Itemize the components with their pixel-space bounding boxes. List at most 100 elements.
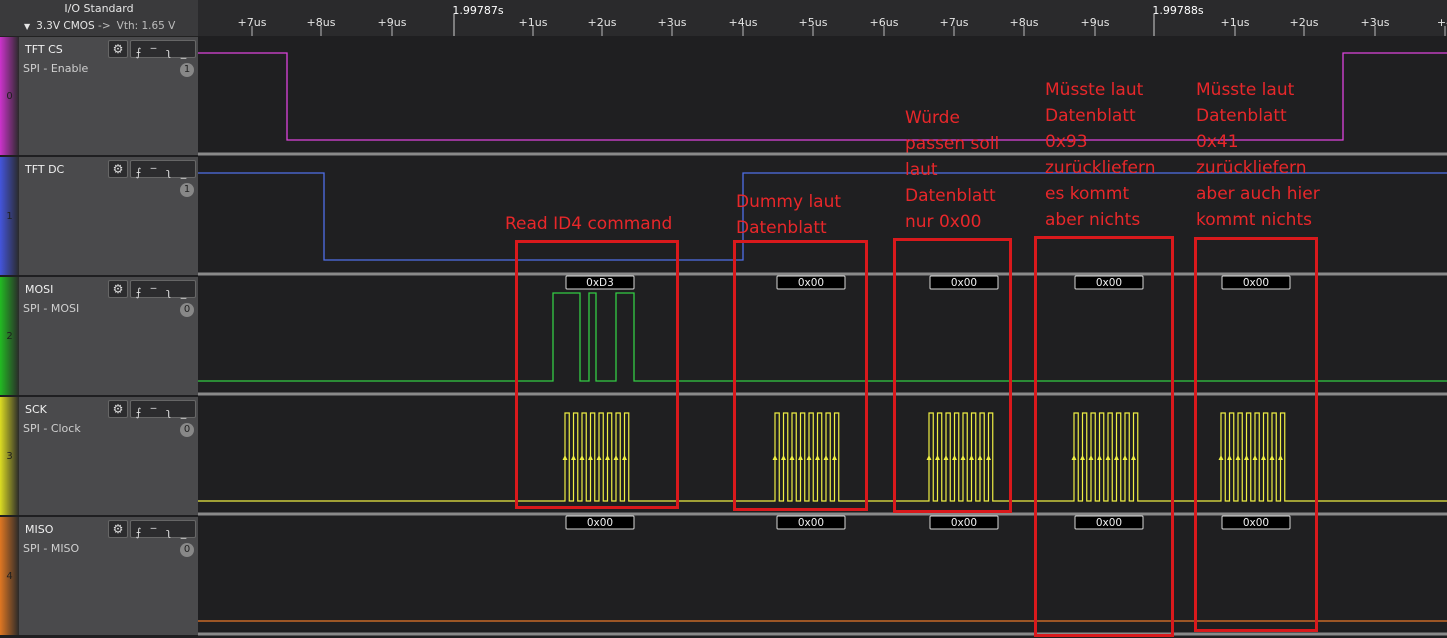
mosi-decoded-byte[interactable]: 0x00 — [1221, 275, 1291, 290]
gear-icon[interactable]: ⚙ — [108, 280, 128, 298]
mosi-decoded-byte[interactable]: 0x00 — [1074, 275, 1144, 290]
ruler-tick-label: +6us — [870, 16, 899, 29]
rising-edge-icon[interactable]: ⨍ — [131, 45, 146, 61]
channel-1[interactable]: 1 TFT DC ⚙ ⨍ ‾ ʅ _ 1 — [0, 157, 198, 275]
sample-arrow-icon — [1122, 455, 1128, 460]
ruler-tick-label: +9us — [378, 16, 407, 29]
sample-arrow-icon — [798, 455, 803, 460]
sample-arrow-icon — [952, 455, 957, 460]
ruler-major-label: 1.99787s — [452, 4, 503, 17]
sample-arrow-icon — [1278, 455, 1283, 460]
channel-protocol: SPI - MOSI — [23, 302, 80, 315]
rising-edge-icon[interactable]: ⨍ — [131, 525, 146, 541]
falling-edge-icon[interactable]: ʅ — [161, 45, 176, 61]
mosi-decoded-byte[interactable]: 0xD3 — [565, 275, 635, 290]
sample-arrow-icon — [1097, 455, 1102, 460]
channel-index: 4 — [6, 571, 13, 582]
decoded-byte-label: 0x00 — [798, 517, 824, 529]
ruler-tick-label: +3us — [1361, 16, 1390, 29]
trigger-buttons[interactable]: ⨍ ‾ ʅ _ — [130, 280, 196, 301]
trigger-buttons[interactable]: ⨍ ‾ ʅ _ — [130, 520, 196, 541]
gear-icon[interactable]: ⚙ — [108, 400, 128, 418]
ruler-tick-label: +2us — [588, 16, 617, 29]
ruler-major-label: 1.99788s — [1152, 4, 1203, 17]
channel-sidebar: 0 TFT CS SPI - Enable ⚙ ⨍ ‾ ʅ _ 1 1 TFT DC ⚙ ⨍ ‾ ʅ _ 1 2 M… — [0, 37, 198, 638]
rising-edge-icon[interactable]: ⨍ — [131, 285, 146, 301]
high-level-icon[interactable]: ‾ — [146, 285, 161, 301]
miso-decoded-byte[interactable]: 0x00 — [565, 515, 635, 530]
trigger-buttons[interactable]: ⨍ ‾ ʅ _ — [130, 400, 196, 421]
trigger-buttons[interactable]: ⨍ ‾ ʅ _ — [130, 160, 196, 181]
decoded-byte-label: 0x00 — [1243, 517, 1269, 529]
high-level-icon[interactable]: ‾ — [146, 525, 161, 541]
ruler-tick-label: +1us — [1221, 16, 1250, 29]
ruler-tick-label: +2us — [1290, 16, 1319, 29]
gear-icon[interactable]: ⚙ — [108, 40, 128, 58]
ruler-tick-label: +3us — [658, 16, 687, 29]
miso-decoded-byte[interactable]: 0x00 — [776, 515, 846, 530]
channel-4[interactable]: 4 MISO SPI - MISO ⚙ ⨍ ‾ ʅ _ 0 — [0, 517, 198, 635]
gear-icon[interactable]: ⚙ — [108, 160, 128, 178]
channel-name[interactable]: SCK — [25, 403, 47, 416]
channel-name[interactable]: TFT CS — [25, 43, 63, 56]
sample-arrow-icon — [622, 455, 627, 460]
sample-arrow-icon — [562, 455, 568, 460]
gear-icon[interactable]: ⚙ — [108, 520, 128, 538]
channel-badge: 0 — [180, 543, 194, 557]
mosi-decoded-byte[interactable]: 0x00 — [929, 275, 999, 290]
decoded-byte-label: 0x00 — [587, 517, 613, 529]
channel-name[interactable]: TFT DC — [25, 163, 64, 176]
mosi-decoded-byte[interactable]: 0x00 — [776, 275, 846, 290]
sample-arrow-icon — [1071, 455, 1077, 460]
decoded-byte-label: 0xD3 — [586, 277, 614, 289]
low-level-icon[interactable]: _ — [176, 45, 191, 61]
trigger-buttons[interactable]: ⨍ ‾ ʅ _ — [130, 40, 196, 61]
falling-edge-icon[interactable]: ʅ — [161, 285, 176, 301]
low-level-icon[interactable]: _ — [176, 525, 191, 541]
channel-protocol: SPI - Enable — [23, 62, 89, 75]
miso-decoded-byte[interactable]: 0x00 — [929, 515, 999, 530]
channel-name[interactable]: MOSI — [25, 283, 53, 296]
high-level-icon[interactable]: ‾ — [146, 405, 161, 421]
low-level-icon[interactable]: _ — [176, 285, 191, 301]
channel-badge: 0 — [180, 423, 194, 437]
miso-decoded-byte[interactable]: 0x00 — [1221, 515, 1291, 530]
ruler-tick-label: +4 — [1437, 16, 1447, 29]
channel-3[interactable]: 3 SCK SPI - Clock ⚙ ⨍ ‾ ʅ _ 0 — [0, 397, 198, 515]
dropdown-arrow-icon[interactable]: ▼ — [24, 22, 30, 31]
channel-index: 1 — [6, 211, 13, 222]
sample-arrow-icon — [1131, 455, 1136, 460]
miso-decoded-byte[interactable]: 0x00 — [1074, 515, 1144, 530]
channel-name[interactable]: MISO — [25, 523, 53, 536]
sample-arrow-icon — [613, 455, 619, 460]
ruler-tick-label: +5us — [799, 16, 828, 29]
sample-arrow-icon — [1252, 455, 1258, 460]
decoded-byte-label: 0x00 — [798, 277, 824, 289]
low-level-icon[interactable]: _ — [176, 405, 191, 421]
sample-arrow-icon — [1114, 455, 1119, 460]
sample-arrow-icon — [1218, 455, 1224, 460]
ruler-tick-label: +1us — [519, 16, 548, 29]
channel-2[interactable]: 2 MOSI SPI - MOSI ⚙ ⨍ ‾ ʅ _ 0 — [0, 277, 198, 395]
sample-arrow-icon — [605, 455, 610, 460]
high-level-icon[interactable]: ‾ — [146, 165, 161, 181]
sample-arrow-icon — [1261, 455, 1266, 460]
low-level-icon[interactable]: _ — [176, 165, 191, 181]
rising-edge-icon[interactable]: ⨍ — [131, 165, 146, 181]
falling-edge-icon[interactable]: ʅ — [161, 525, 176, 541]
falling-edge-icon[interactable]: ʅ — [161, 405, 176, 421]
high-level-icon[interactable]: ‾ — [146, 45, 161, 61]
falling-edge-icon[interactable]: ʅ — [161, 165, 176, 181]
sample-arrow-icon — [1088, 455, 1094, 460]
time-ruler[interactable]: +7us +8us +9us +1us +2us +3us +4us +5us +6us +7us… — [198, 0, 1447, 36]
channel-protocol: SPI - MISO — [23, 542, 80, 555]
io-standard-header[interactable]: I/O Standard ▼ 3.3V CMOS -> Vth: 1.65 V — [0, 0, 198, 37]
channel-badge: 0 — [180, 303, 194, 317]
rising-edge-icon[interactable]: ⨍ — [131, 405, 146, 421]
channel-0[interactable]: 0 TFT CS SPI - Enable ⚙ ⨍ ‾ ʅ _ 1 — [0, 37, 198, 155]
waveform-plot[interactable]: 0xD3 0x00 0x00 0x00 0x00 0x00 0x00 0x00 0x00 0x00 — [198, 37, 1447, 638]
sample-arrow-icon — [1080, 455, 1085, 460]
channel-index: 2 — [6, 331, 13, 342]
io-standard-title: I/O Standard — [64, 2, 134, 15]
io-standard-select[interactable]: ▼ 3.3V CMOS -> Vth: 1.65 V — [24, 20, 175, 32]
